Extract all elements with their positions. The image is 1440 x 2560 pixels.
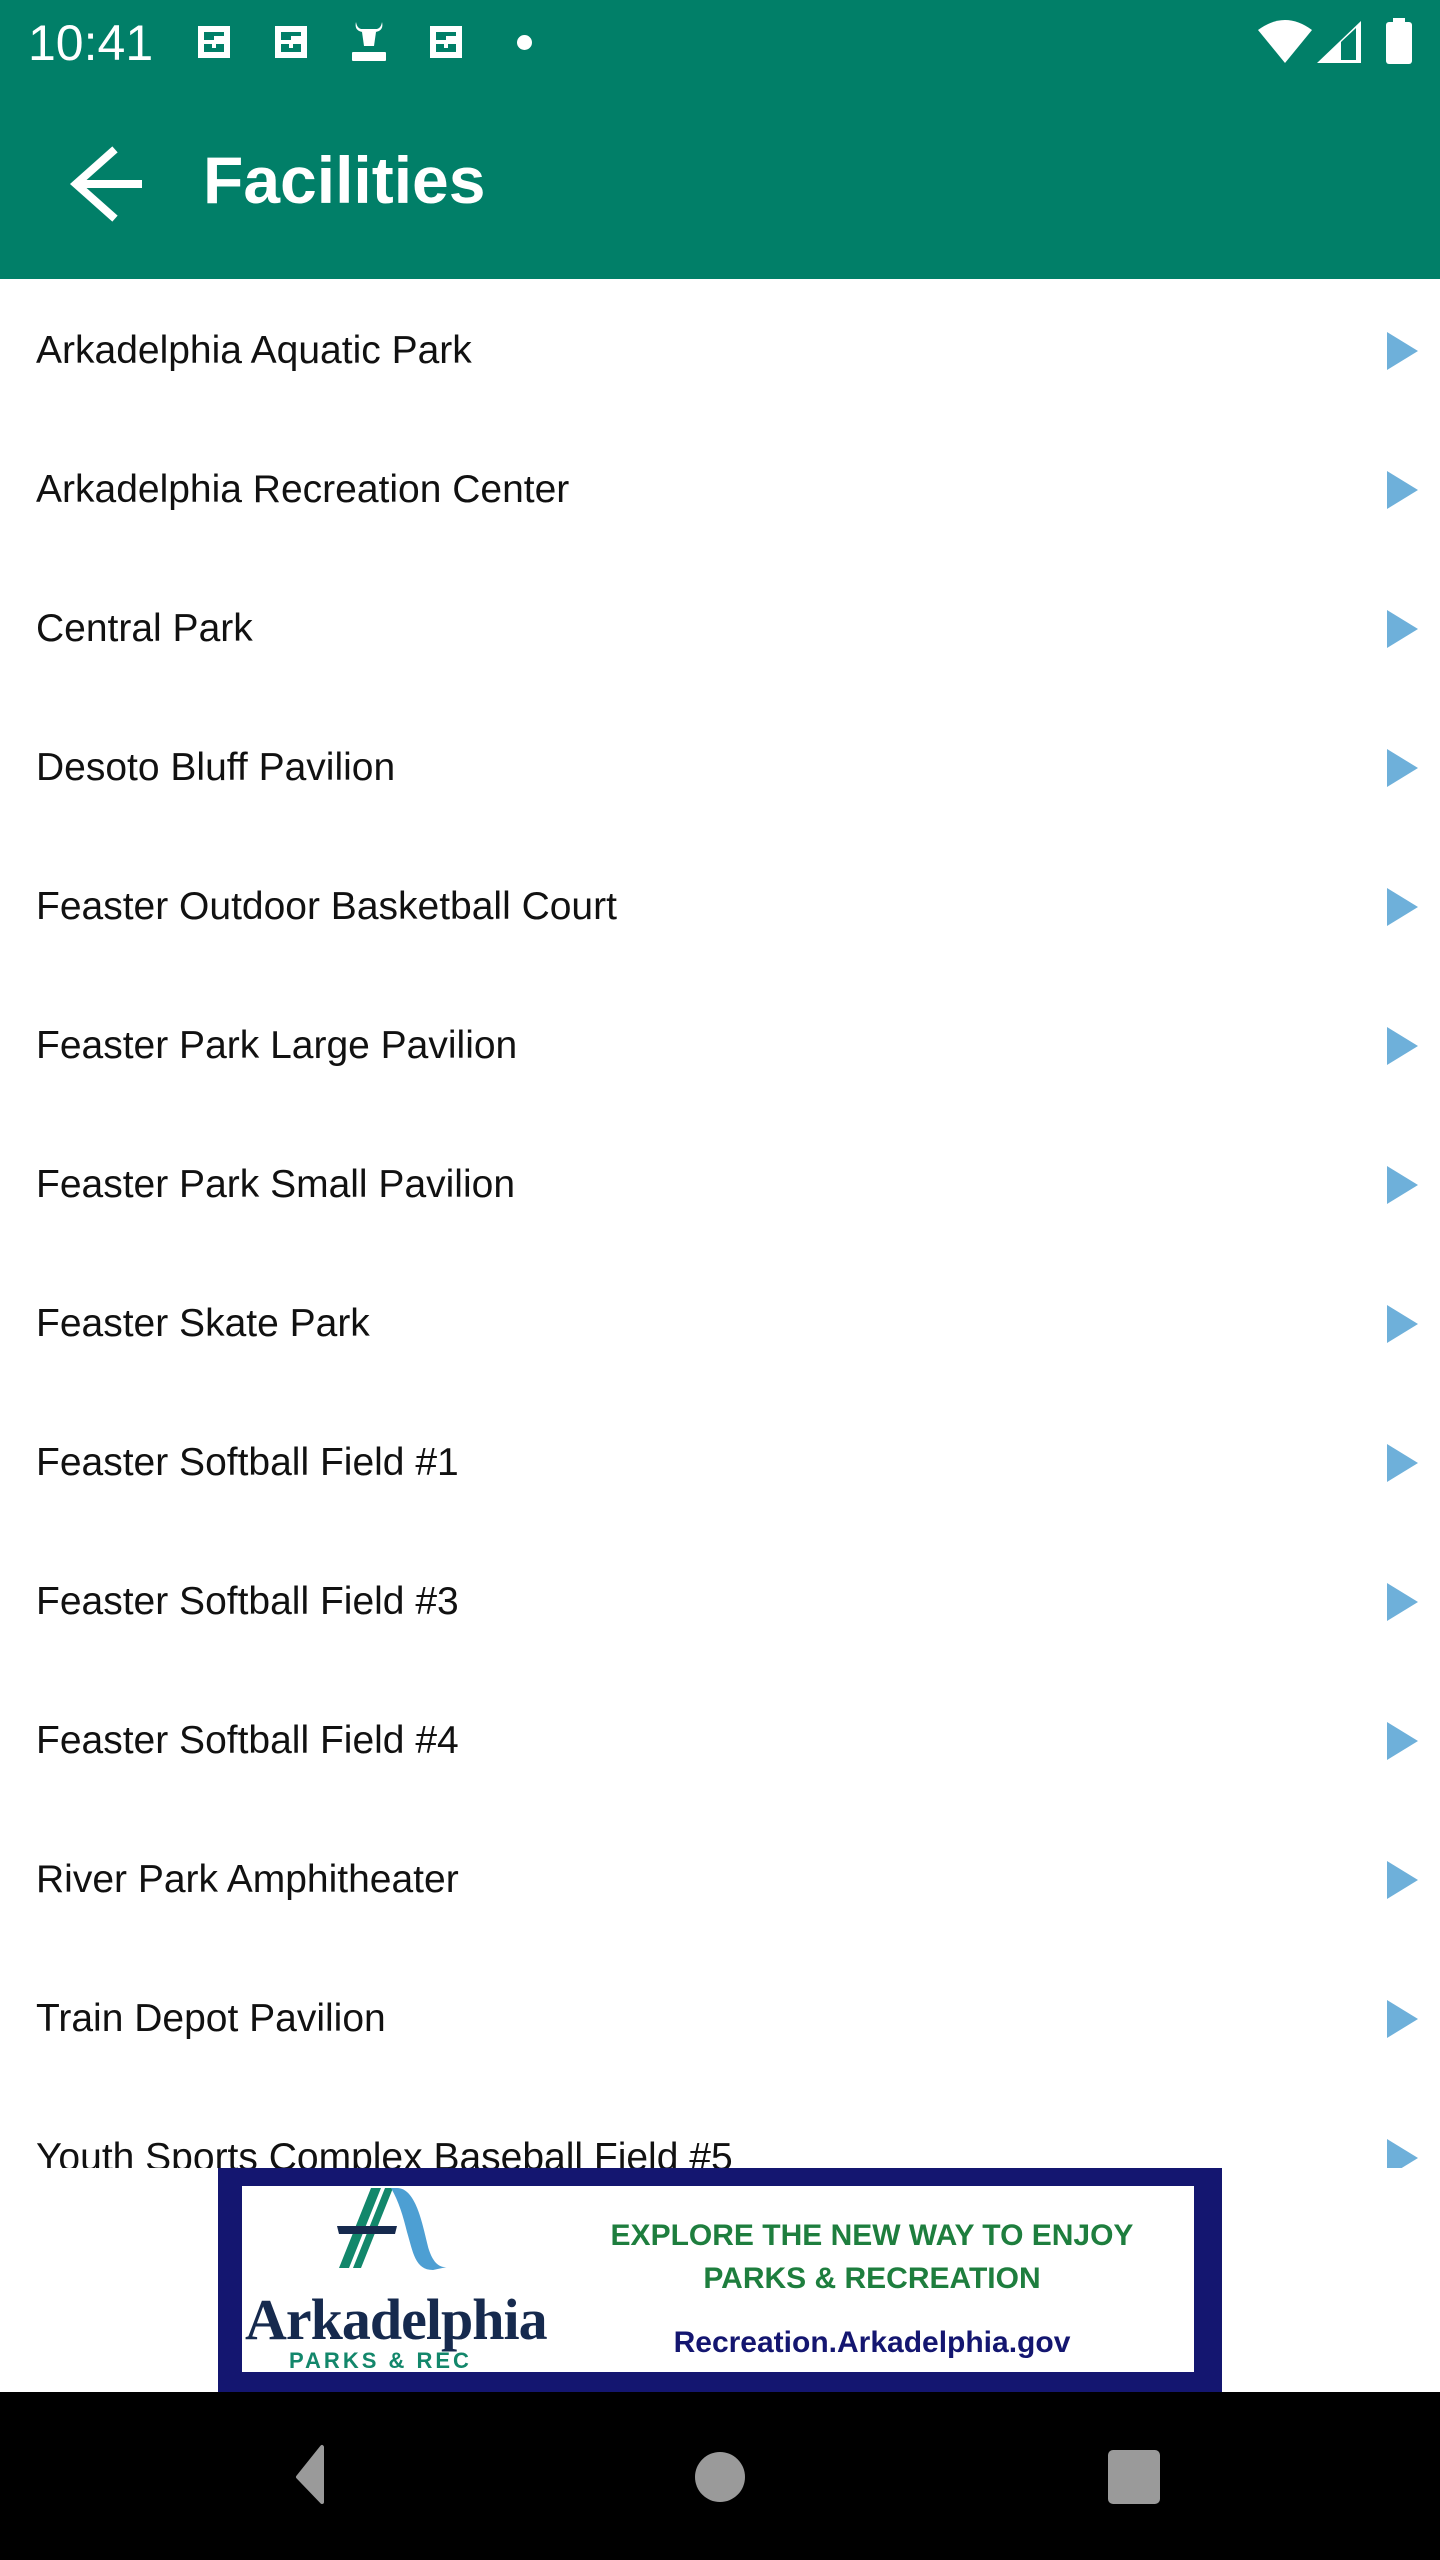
arkadelphia-logo-mark-icon bbox=[337, 2188, 447, 2270]
play-arrow-icon bbox=[1387, 1582, 1418, 1621]
play-arrow-icon bbox=[1387, 887, 1418, 926]
facility-name: Train Depot Pavilion bbox=[36, 1996, 386, 2040]
arrow-back-icon bbox=[69, 146, 150, 222]
facility-name: River Park Amphitheater bbox=[36, 1857, 459, 1901]
wifi-icon bbox=[1258, 20, 1312, 63]
facility-list-item[interactable]: Feaster Skate Park bbox=[0, 1254, 1440, 1393]
play-arrow-icon bbox=[1387, 1165, 1418, 1204]
facility-name: Feaster Outdoor Basketball Court bbox=[36, 884, 617, 928]
facility-list-item[interactable]: Arkadelphia Recreation Center bbox=[0, 420, 1440, 559]
facility-list-item[interactable]: Desoto Bluff Pavilion bbox=[0, 698, 1440, 837]
play-arrow-icon bbox=[1387, 331, 1418, 370]
ad-headline: EXPLORE THE NEW WAY TO ENJOY PARKS & REC… bbox=[567, 2214, 1177, 2300]
ad-logo-subtitle: PARKS & REC bbox=[289, 2348, 472, 2373]
more-notifications-dot bbox=[517, 35, 532, 50]
nav-recents-button[interactable] bbox=[1075, 2422, 1195, 2532]
facility-name: Feaster Softball Field #3 bbox=[36, 1579, 459, 1623]
facility-list-item[interactable]: Feaster Park Small Pavilion bbox=[0, 1115, 1440, 1254]
ad-headline-line2: PARKS & RECREATION bbox=[703, 2262, 1041, 2295]
facility-name: Feaster Skate Park bbox=[36, 1301, 370, 1345]
play-arrow-icon bbox=[1387, 609, 1418, 648]
cellular-signal-icon bbox=[1317, 21, 1361, 63]
app-notification-icon bbox=[430, 26, 462, 58]
facility-name: Feaster Softball Field #1 bbox=[36, 1440, 459, 1484]
nav-back-icon bbox=[296, 2445, 324, 2504]
app-notification-icon bbox=[198, 26, 230, 58]
app-bar: Facilities bbox=[0, 96, 1440, 279]
play-arrow-icon bbox=[1387, 1860, 1418, 1899]
facility-list-item[interactable]: Feaster Softball Field #4 bbox=[0, 1671, 1440, 1810]
nav-home-button[interactable] bbox=[660, 2422, 780, 2532]
play-arrow-icon bbox=[1387, 1443, 1418, 1482]
facility-name: Desoto Bluff Pavilion bbox=[36, 745, 396, 789]
ad-headline-line1: EXPLORE THE NEW WAY TO ENJOY bbox=[610, 2219, 1134, 2252]
play-arrow-icon bbox=[1387, 2138, 1418, 2168]
facility-list-item[interactable]: Arkadelphia Aquatic Park bbox=[0, 281, 1440, 420]
facility-list-item[interactable]: Train Depot Pavilion bbox=[0, 1949, 1440, 2088]
play-arrow-icon bbox=[1387, 748, 1418, 787]
play-arrow-icon bbox=[1387, 1721, 1418, 1760]
facility-list-item[interactable]: Feaster Softball Field #1 bbox=[0, 1393, 1440, 1532]
facility-list-item[interactable]: Feaster Outdoor Basketball Court bbox=[0, 837, 1440, 976]
page-title: Facilities bbox=[203, 143, 486, 217]
nav-back-button[interactable] bbox=[270, 2422, 390, 2532]
facility-list-item[interactable]: Youth Sports Complex Baseball Field #5 bbox=[0, 2088, 1440, 2168]
nav-recents-icon bbox=[1108, 2450, 1160, 2504]
ad-url[interactable]: Recreation.Arkadelphia.gov bbox=[567, 2326, 1177, 2360]
ad-banner-content: Arkadelphia PARKS & REC EXPLORE THE NEW … bbox=[242, 2186, 1194, 2373]
facility-name: Arkadelphia Aquatic Park bbox=[36, 328, 472, 372]
play-arrow-icon bbox=[1387, 470, 1418, 509]
facility-name: Arkadelphia Recreation Center bbox=[36, 467, 570, 511]
back-button[interactable] bbox=[52, 136, 172, 236]
status-time: 10:41 bbox=[28, 15, 154, 71]
facility-name: Central Park bbox=[36, 606, 253, 650]
facility-name: Feaster Park Large Pavilion bbox=[36, 1023, 518, 1067]
facility-name: Feaster Softball Field #4 bbox=[36, 1718, 459, 1762]
facility-list-item[interactable]: Feaster Softball Field #3 bbox=[0, 1532, 1440, 1671]
facility-name: Feaster Park Small Pavilion bbox=[36, 1162, 516, 1206]
facility-list-item[interactable]: Central Park bbox=[0, 559, 1440, 698]
ad-logo-wordmark: Arkadelphia bbox=[245, 2287, 548, 2352]
play-arrow-icon bbox=[1387, 1999, 1418, 2038]
facility-list-item[interactable]: River Park Amphitheater bbox=[0, 1810, 1440, 1949]
status-bar: 10:41 bbox=[0, 0, 1440, 96]
facility-list[interactable]: Arkadelphia Aquatic Park Arkadelphia Recr… bbox=[0, 279, 1440, 2168]
system-nav-bar bbox=[0, 2392, 1440, 2560]
ad-banner[interactable]: Arkadelphia PARKS & REC EXPLORE THE NEW … bbox=[218, 2168, 1222, 2392]
play-arrow-icon bbox=[1387, 1026, 1418, 1065]
play-arrow-icon bbox=[1387, 1304, 1418, 1343]
nav-home-icon bbox=[695, 2452, 745, 2502]
facility-name: Youth Sports Complex Baseball Field #5 bbox=[36, 2135, 733, 2169]
facility-list-item[interactable]: Feaster Park Large Pavilion bbox=[0, 976, 1440, 1115]
mavericks-notification-icon bbox=[352, 22, 386, 61]
battery-icon bbox=[1386, 18, 1412, 64]
app-notification-icon bbox=[275, 26, 307, 58]
